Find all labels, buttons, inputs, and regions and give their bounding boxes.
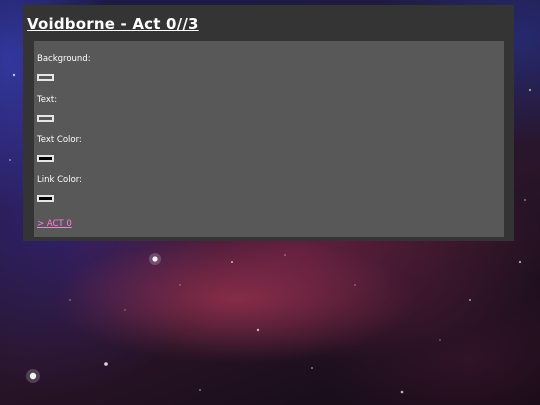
star [199,389,201,391]
text-label: Text: [37,95,58,105]
star [518,260,522,264]
link-color-swatch[interactable] [37,195,54,202]
star [439,339,441,341]
settings-panel: Voidborne - Act 0//3 Background: Text: T… [23,5,514,241]
settings-box: Background: Text: Text Color: Link Color… [34,41,504,237]
page-title: Voidborne - Act 0//3 [27,15,199,33]
star [354,284,356,286]
star [9,159,11,161]
background-color-swatch[interactable] [37,74,54,81]
star [284,254,286,256]
text-color-swatch[interactable] [37,115,54,122]
text-color-picker-swatch[interactable] [37,155,54,162]
act-0-link[interactable]: > ACT 0 [37,219,72,229]
star [26,369,40,383]
background-label: Background: [37,54,91,64]
star [231,261,233,263]
star [104,362,108,366]
star [400,390,404,394]
link-color-label: Link Color: [37,175,83,185]
star [179,284,181,286]
star [149,253,161,265]
star [256,328,260,332]
star [124,309,126,311]
star [524,199,526,201]
star [469,299,471,301]
star [69,299,71,301]
star [12,73,16,77]
star [528,88,532,92]
text-color-label: Text Color: [37,135,82,145]
star [311,367,313,369]
